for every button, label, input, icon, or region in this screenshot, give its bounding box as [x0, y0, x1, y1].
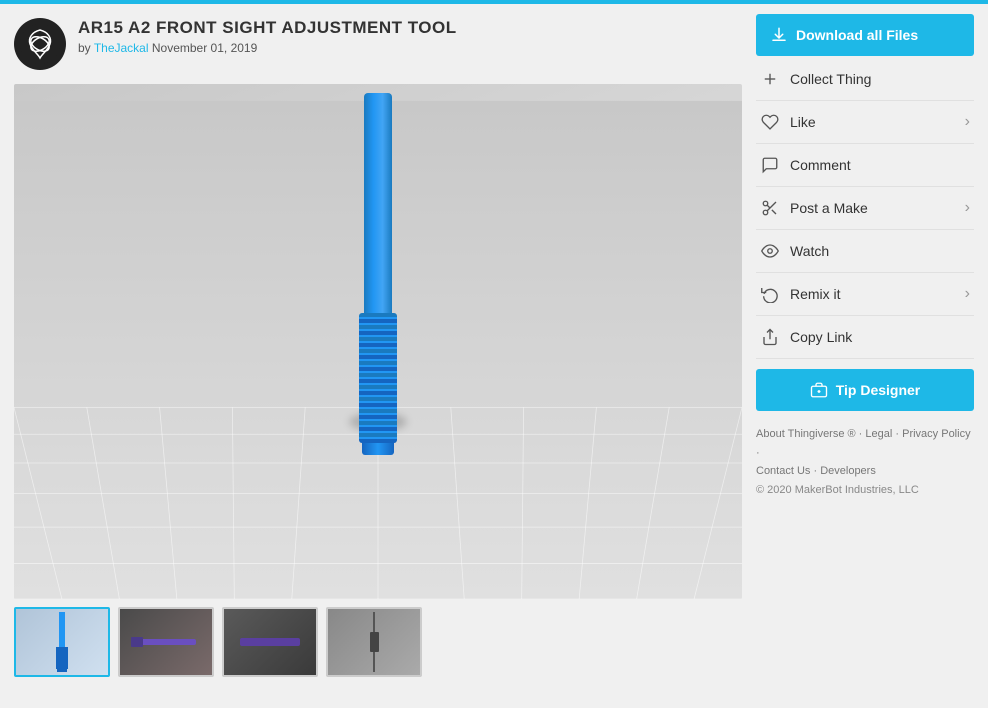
download-label: Download all Files — [796, 27, 918, 43]
left-content: AR15 A2 FRONT SIGHT ADJUSTMENT TOOL by T… — [14, 14, 742, 677]
chat-icon — [761, 156, 779, 174]
thumb-2-icon — [131, 632, 201, 652]
remix-icon — [760, 284, 780, 304]
thumbnail-2[interactable] — [118, 607, 214, 677]
copy-link-label: Copy Link — [790, 329, 852, 345]
right-sidebar: Download all Files Collect Thing Like › — [756, 14, 974, 677]
comment-icon — [760, 155, 780, 175]
legal-link[interactable]: Legal — [865, 428, 892, 440]
like-button[interactable]: Like › — [756, 101, 974, 144]
collect-icon — [760, 69, 780, 89]
plus-icon — [761, 70, 779, 88]
remix-button[interactable]: Remix it › — [756, 273, 974, 316]
thumb-2-preview — [120, 609, 212, 675]
copy-link-icon — [760, 327, 780, 347]
title-text-block: AR15 A2 FRONT SIGHT ADJUSTMENT TOOL by T… — [78, 18, 457, 55]
watch-label: Watch — [790, 243, 829, 259]
page-title: AR15 A2 FRONT SIGHT ADJUSTMENT TOOL — [78, 18, 457, 38]
thumb-4-preview — [328, 609, 420, 675]
tool-grip — [359, 313, 397, 443]
tool-3d-render — [359, 93, 397, 455]
developers-link[interactable]: Developers — [820, 465, 876, 477]
thumb-1-preview — [16, 609, 108, 675]
thumb-3-preview — [224, 609, 316, 675]
share-icon — [761, 328, 779, 346]
like-label: Like — [790, 114, 816, 130]
copy-link-button[interactable]: Copy Link — [756, 316, 974, 359]
site-logo-icon — [18, 22, 62, 66]
thumbnail-1[interactable] — [14, 607, 110, 677]
post-make-arrow: › — [965, 199, 970, 217]
footer-links: About Thingiverse ® · Legal · Privacy Po… — [756, 425, 974, 500]
post-make-icon — [760, 198, 780, 218]
thumbnail-4[interactable] — [326, 607, 422, 677]
copyright-text: © 2020 MakerBot Industries, LLC — [756, 481, 974, 500]
tool-bottom — [362, 443, 394, 455]
about-link[interactable]: About Thingiverse ® — [756, 428, 856, 440]
eye-icon — [761, 242, 779, 260]
main-image — [14, 84, 742, 599]
scissors-icon — [761, 199, 779, 217]
comment-label: Comment — [790, 157, 851, 173]
collect-thing-button[interactable]: Collect Thing — [756, 58, 974, 101]
tool-cylinder — [364, 93, 392, 313]
thumb-1-icon — [47, 612, 77, 672]
privacy-link[interactable]: Privacy Policy — [902, 428, 970, 440]
heart-icon — [761, 113, 779, 131]
post-make-label: Post a Make — [790, 200, 868, 216]
watch-button[interactable]: Watch — [756, 230, 974, 273]
contact-link[interactable]: Contact Us — [756, 465, 810, 477]
remix-arrow: › — [965, 285, 970, 303]
like-icon — [760, 112, 780, 132]
author-meta: by TheJackal November 01, 2019 — [78, 41, 457, 55]
watch-icon — [760, 241, 780, 261]
download-icon — [770, 26, 788, 44]
tip-icon — [810, 381, 828, 399]
post-make-button[interactable]: Post a Make › — [756, 187, 974, 230]
like-arrow: › — [965, 113, 970, 131]
remix-label: Remix it — [790, 286, 841, 302]
thumbnails-row — [14, 607, 742, 677]
thumbnail-3[interactable] — [222, 607, 318, 677]
title-section: AR15 A2 FRONT SIGHT ADJUSTMENT TOOL by T… — [14, 14, 742, 74]
tip-designer-label: Tip Designer — [836, 382, 921, 398]
footer-row-2: Contact Us · Developers — [756, 462, 974, 481]
download-button[interactable]: Download all Files — [756, 14, 974, 56]
thumb-3-icon — [235, 632, 305, 652]
thumb-4-icon — [362, 612, 387, 672]
main-layout: AR15 A2 FRONT SIGHT ADJUSTMENT TOOL by T… — [0, 4, 988, 687]
comment-button[interactable]: Comment — [756, 144, 974, 187]
author-link[interactable]: TheJackal — [94, 41, 149, 55]
refresh-icon — [761, 285, 779, 303]
tip-designer-button[interactable]: Tip Designer — [756, 369, 974, 411]
collect-label: Collect Thing — [790, 71, 871, 87]
footer-row-1: About Thingiverse ® · Legal · Privacy Po… — [756, 425, 974, 462]
avatar — [14, 18, 66, 70]
author-by-label: by — [78, 41, 91, 55]
publish-date: November 01, 2019 — [152, 41, 257, 55]
